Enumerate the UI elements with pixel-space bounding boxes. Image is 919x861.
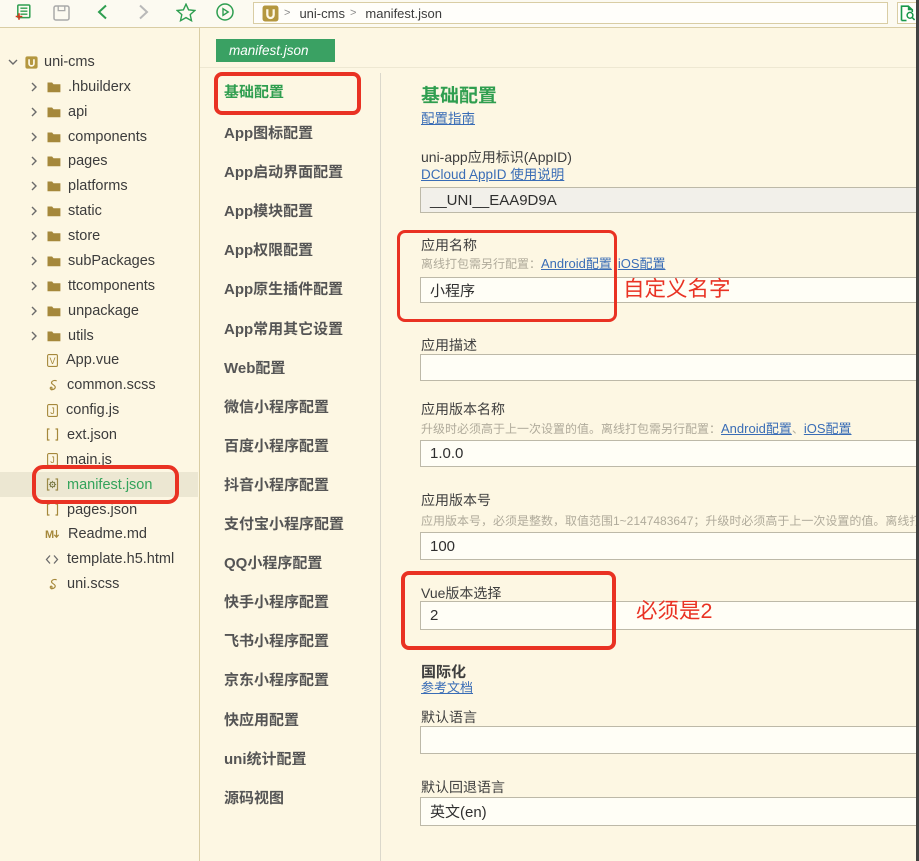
svg-text:V: V [49,356,55,366]
svg-text:J: J [50,405,55,415]
svg-text:M: M [45,529,54,540]
svg-text:J: J [50,455,55,465]
